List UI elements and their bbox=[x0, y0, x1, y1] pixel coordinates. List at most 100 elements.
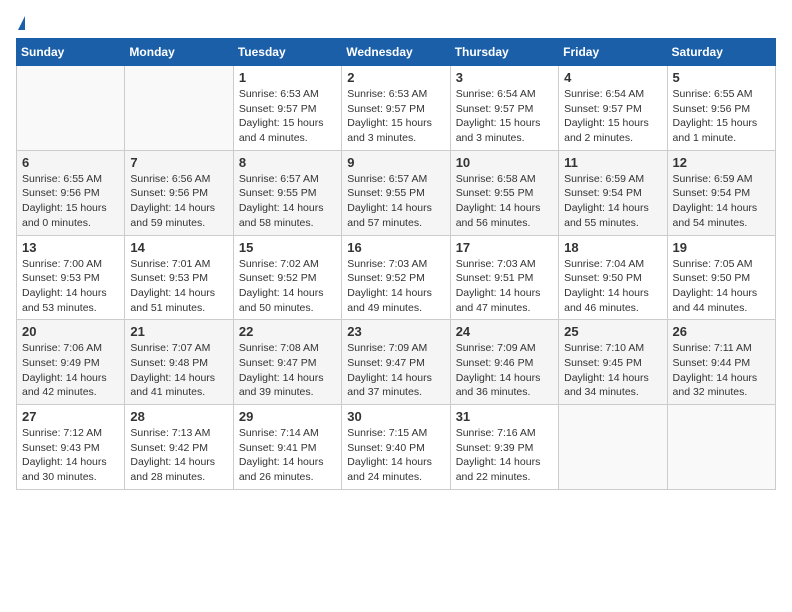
day-number: 15 bbox=[239, 240, 336, 255]
day-detail: Sunrise: 6:59 AMSunset: 9:54 PMDaylight:… bbox=[564, 172, 661, 231]
calendar-day-cell bbox=[667, 405, 775, 490]
day-number: 16 bbox=[347, 240, 444, 255]
day-detail: Sunrise: 7:09 AMSunset: 9:47 PMDaylight:… bbox=[347, 341, 444, 400]
weekday-header: Wednesday bbox=[342, 39, 450, 66]
calendar-day-cell: 26 Sunrise: 7:11 AMSunset: 9:44 PMDayligh… bbox=[667, 320, 775, 405]
day-detail: Sunrise: 7:06 AMSunset: 9:49 PMDaylight:… bbox=[22, 341, 119, 400]
calendar-day-cell: 10Sunrise: 6:58 AMSunset: 9:55 PMDayligh… bbox=[450, 150, 558, 235]
calendar-day-cell: 11 Sunrise: 6:59 AMSunset: 9:54 PMDayligh… bbox=[559, 150, 667, 235]
calendar-day-cell: 19Sunrise: 7:05 AMSunset: 9:50 PMDayligh… bbox=[667, 235, 775, 320]
calendar-day-cell: 9 Sunrise: 6:57 AMSunset: 9:55 PMDaylight… bbox=[342, 150, 450, 235]
day-number: 28 bbox=[130, 409, 227, 424]
calendar-day-cell: 8 Sunrise: 6:57 AMSunset: 9:55 PMDaylight… bbox=[233, 150, 341, 235]
day-number: 7 bbox=[130, 155, 227, 170]
day-number: 21 bbox=[130, 324, 227, 339]
calendar-day-cell: 20 Sunrise: 7:06 AMSunset: 9:49 PMDayligh… bbox=[17, 320, 125, 405]
day-detail: Sunrise: 7:13 AMSunset: 9:42 PMDaylight:… bbox=[130, 426, 227, 485]
calendar-day-cell bbox=[559, 405, 667, 490]
day-detail: Sunrise: 7:02 AMSunset: 9:52 PMDaylight:… bbox=[239, 257, 336, 316]
calendar-day-cell: 17Sunrise: 7:03 AMSunset: 9:51 PMDayligh… bbox=[450, 235, 558, 320]
day-detail: Sunrise: 7:03 AMSunset: 9:52 PMDaylight:… bbox=[347, 257, 444, 316]
day-detail: Sunrise: 6:55 AMSunset: 9:56 PMDaylight:… bbox=[22, 172, 119, 231]
day-detail: Sunrise: 7:16 AMSunset: 9:39 PMDaylight:… bbox=[456, 426, 553, 485]
calendar-day-cell: 24Sunrise: 7:09 AMSunset: 9:46 PMDayligh… bbox=[450, 320, 558, 405]
day-detail: Sunrise: 6:54 AMSunset: 9:57 PMDaylight:… bbox=[564, 87, 661, 146]
day-number: 26 bbox=[673, 324, 770, 339]
calendar-day-cell: 7 Sunrise: 6:56 AMSunset: 9:56 PMDaylight… bbox=[125, 150, 233, 235]
calendar-week-row: 13 Sunrise: 7:00 AMSunset: 9:53 PMDayligh… bbox=[17, 235, 776, 320]
day-detail: Sunrise: 7:09 AMSunset: 9:46 PMDaylight:… bbox=[456, 341, 553, 400]
calendar-day-cell: 25 Sunrise: 7:10 AMSunset: 9:45 PMDayligh… bbox=[559, 320, 667, 405]
day-number: 1 bbox=[239, 70, 336, 85]
day-detail: Sunrise: 6:56 AMSunset: 9:56 PMDaylight:… bbox=[130, 172, 227, 231]
day-detail: Sunrise: 7:07 AMSunset: 9:48 PMDaylight:… bbox=[130, 341, 227, 400]
day-detail: Sunrise: 7:12 AMSunset: 9:43 PMDaylight:… bbox=[22, 426, 119, 485]
day-detail: Sunrise: 7:15 AMSunset: 9:40 PMDaylight:… bbox=[347, 426, 444, 485]
calendar-week-row: 6 Sunrise: 6:55 AMSunset: 9:56 PMDaylight… bbox=[17, 150, 776, 235]
day-number: 27 bbox=[22, 409, 119, 424]
day-number: 5 bbox=[673, 70, 770, 85]
day-detail: Sunrise: 7:05 AMSunset: 9:50 PMDaylight:… bbox=[673, 257, 770, 316]
day-detail: Sunrise: 6:53 AMSunset: 9:57 PMDaylight:… bbox=[239, 87, 336, 146]
day-number: 8 bbox=[239, 155, 336, 170]
calendar-day-cell: 21 Sunrise: 7:07 AMSunset: 9:48 PMDayligh… bbox=[125, 320, 233, 405]
day-number: 13 bbox=[22, 240, 119, 255]
day-number: 14 bbox=[130, 240, 227, 255]
calendar-day-cell: 6 Sunrise: 6:55 AMSunset: 9:56 PMDaylight… bbox=[17, 150, 125, 235]
day-number: 20 bbox=[22, 324, 119, 339]
day-detail: Sunrise: 6:57 AMSunset: 9:55 PMDaylight:… bbox=[347, 172, 444, 231]
page-header bbox=[16, 16, 776, 30]
day-number: 9 bbox=[347, 155, 444, 170]
day-number: 23 bbox=[347, 324, 444, 339]
calendar-day-cell: 14 Sunrise: 7:01 AMSunset: 9:53 PMDayligh… bbox=[125, 235, 233, 320]
day-number: 18 bbox=[564, 240, 661, 255]
calendar-week-row: 27 Sunrise: 7:12 AMSunset: 9:43 PMDayligh… bbox=[17, 405, 776, 490]
weekday-header: Thursday bbox=[450, 39, 558, 66]
day-number: 4 bbox=[564, 70, 661, 85]
weekday-header: Tuesday bbox=[233, 39, 341, 66]
weekday-header: Sunday bbox=[17, 39, 125, 66]
calendar-day-cell: 28 Sunrise: 7:13 AMSunset: 9:42 PMDayligh… bbox=[125, 405, 233, 490]
weekday-header: Saturday bbox=[667, 39, 775, 66]
day-detail: Sunrise: 7:11 AMSunset: 9:44 PMDaylight:… bbox=[673, 341, 770, 400]
weekday-header: Monday bbox=[125, 39, 233, 66]
calendar-day-cell: 2 Sunrise: 6:53 AMSunset: 9:57 PMDaylight… bbox=[342, 66, 450, 151]
calendar-day-cell: 27 Sunrise: 7:12 AMSunset: 9:43 PMDayligh… bbox=[17, 405, 125, 490]
day-number: 29 bbox=[239, 409, 336, 424]
day-number: 3 bbox=[456, 70, 553, 85]
day-detail: Sunrise: 7:08 AMSunset: 9:47 PMDaylight:… bbox=[239, 341, 336, 400]
calendar-day-cell: 3Sunrise: 6:54 AMSunset: 9:57 PMDaylight… bbox=[450, 66, 558, 151]
day-detail: Sunrise: 6:57 AMSunset: 9:55 PMDaylight:… bbox=[239, 172, 336, 231]
calendar-table: SundayMondayTuesdayWednesdayThursdayFrid… bbox=[16, 38, 776, 490]
day-detail: Sunrise: 7:04 AMSunset: 9:50 PMDaylight:… bbox=[564, 257, 661, 316]
day-detail: Sunrise: 6:59 AMSunset: 9:54 PMDaylight:… bbox=[673, 172, 770, 231]
calendar-day-cell bbox=[125, 66, 233, 151]
day-number: 31 bbox=[456, 409, 553, 424]
day-detail: Sunrise: 7:10 AMSunset: 9:45 PMDaylight:… bbox=[564, 341, 661, 400]
calendar-day-cell: 15 Sunrise: 7:02 AMSunset: 9:52 PMDayligh… bbox=[233, 235, 341, 320]
day-detail: Sunrise: 7:01 AMSunset: 9:53 PMDaylight:… bbox=[130, 257, 227, 316]
day-number: 11 bbox=[564, 155, 661, 170]
day-detail: Sunrise: 7:14 AMSunset: 9:41 PMDaylight:… bbox=[239, 426, 336, 485]
day-detail: Sunrise: 6:55 AMSunset: 9:56 PMDaylight:… bbox=[673, 87, 770, 146]
calendar-week-row: 1 Sunrise: 6:53 AMSunset: 9:57 PMDaylight… bbox=[17, 66, 776, 151]
day-number: 30 bbox=[347, 409, 444, 424]
calendar-day-cell bbox=[17, 66, 125, 151]
day-detail: Sunrise: 6:53 AMSunset: 9:57 PMDaylight:… bbox=[347, 87, 444, 146]
calendar-day-cell: 22Sunrise: 7:08 AMSunset: 9:47 PMDayligh… bbox=[233, 320, 341, 405]
calendar-week-row: 20 Sunrise: 7:06 AMSunset: 9:49 PMDayligh… bbox=[17, 320, 776, 405]
day-number: 25 bbox=[564, 324, 661, 339]
day-number: 6 bbox=[22, 155, 119, 170]
calendar-day-cell: 29 Sunrise: 7:14 AMSunset: 9:41 PMDayligh… bbox=[233, 405, 341, 490]
calendar-day-cell: 18 Sunrise: 7:04 AMSunset: 9:50 PMDayligh… bbox=[559, 235, 667, 320]
day-number: 2 bbox=[347, 70, 444, 85]
calendar-day-cell: 1 Sunrise: 6:53 AMSunset: 9:57 PMDaylight… bbox=[233, 66, 341, 151]
calendar-day-cell: 4 Sunrise: 6:54 AMSunset: 9:57 PMDaylight… bbox=[559, 66, 667, 151]
day-number: 17 bbox=[456, 240, 553, 255]
logo bbox=[16, 16, 25, 30]
calendar-day-cell: 23 Sunrise: 7:09 AMSunset: 9:47 PMDayligh… bbox=[342, 320, 450, 405]
calendar-day-cell: 16 Sunrise: 7:03 AMSunset: 9:52 PMDayligh… bbox=[342, 235, 450, 320]
day-detail: Sunrise: 7:00 AMSunset: 9:53 PMDaylight:… bbox=[22, 257, 119, 316]
calendar-day-cell: 12Sunrise: 6:59 AMSunset: 9:54 PMDayligh… bbox=[667, 150, 775, 235]
logo-triangle-icon bbox=[18, 16, 25, 30]
